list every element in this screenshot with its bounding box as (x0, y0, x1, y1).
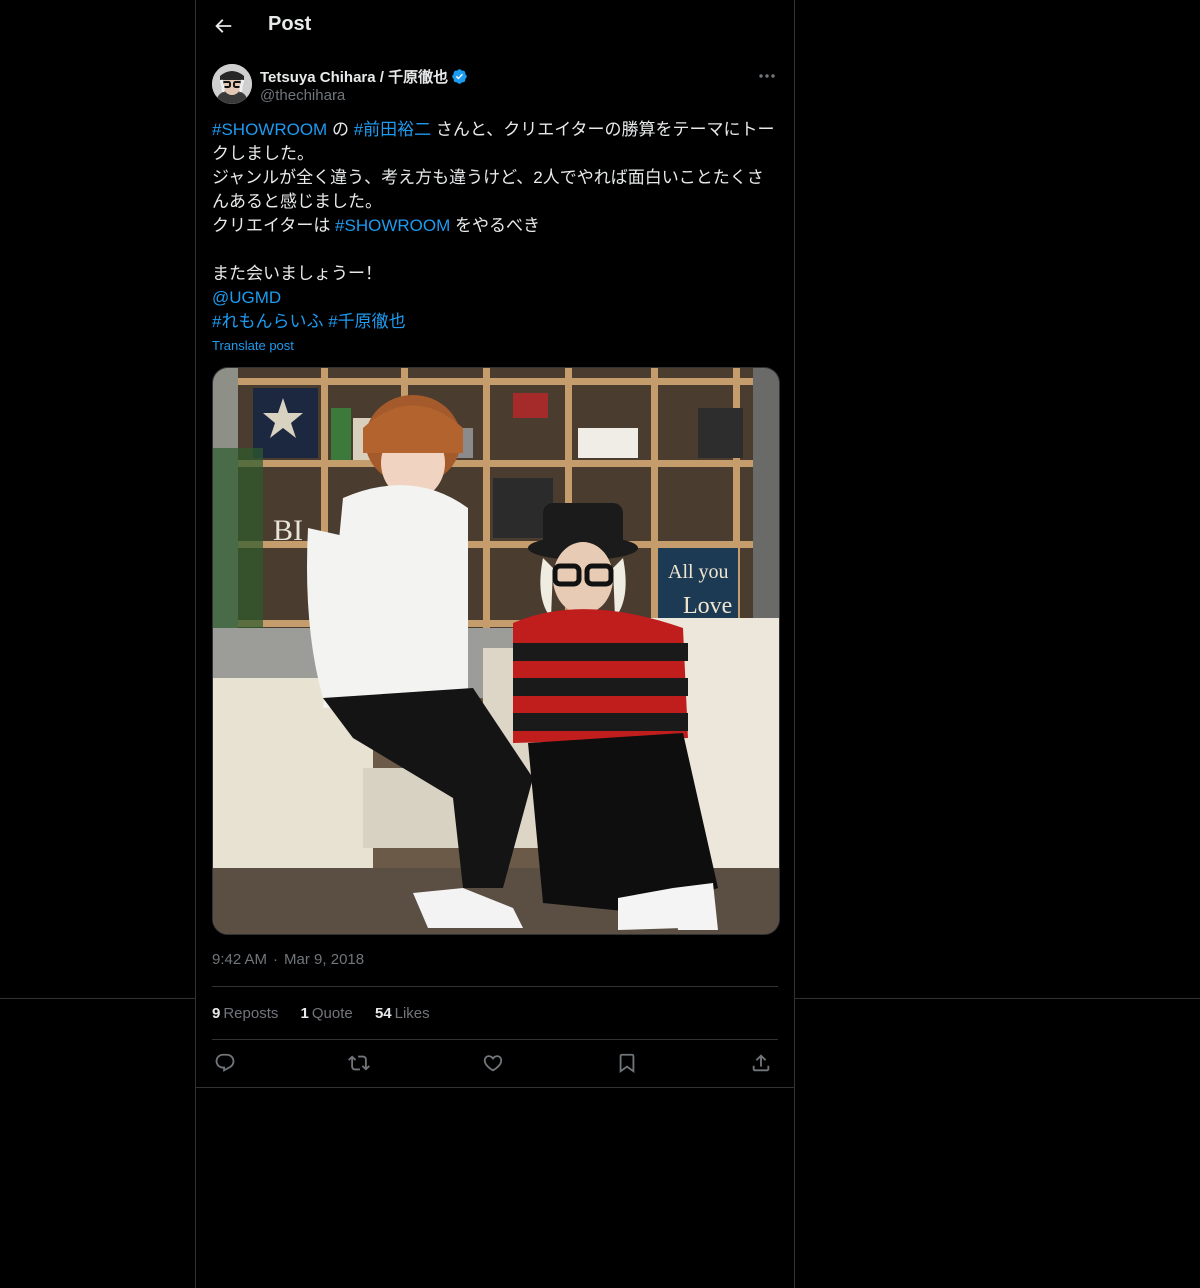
bookmark-button[interactable] (614, 1050, 640, 1076)
timeline-column: Post Tetsuya Chihara / 千原徹也 @thechihara (195, 0, 795, 1288)
post-photo[interactable]: All you Love BI (212, 367, 780, 935)
post-text-fragment: クリエイターは (212, 216, 336, 235)
svg-text:BI: BI (273, 514, 303, 547)
hashtag-link[interactable]: #SHOWROOM (212, 120, 327, 139)
hashtag-link[interactable]: #前田裕二 (354, 120, 431, 139)
svg-text:All you: All you (668, 561, 729, 583)
post-line: クリエイターは #SHOWROOM をやるべき (212, 214, 778, 238)
hashtag-link[interactable]: #千原徹也 (328, 312, 405, 331)
post-time: 9:42 AM (212, 951, 268, 968)
share-button[interactable] (748, 1050, 774, 1076)
quotes-label: Quote (311, 1005, 353, 1022)
svg-text:Love: Love (683, 593, 732, 619)
verified-badge-icon (452, 69, 467, 84)
horizontal-rule (0, 998, 195, 999)
page-title: Post (268, 13, 312, 35)
more-options-button[interactable] (756, 66, 778, 86)
reply-button[interactable] (212, 1050, 238, 1076)
post-text-fragment: さんと、クリエイターの勝算をテーマにトー (431, 120, 775, 139)
post-timestamp[interactable]: 9:42 AM · Mar 9, 2018 (212, 951, 364, 968)
post-author: Tetsuya Chihara / 千原徹也 @thechihara (212, 64, 778, 108)
mention-link[interactable]: @UGMD (212, 288, 281, 307)
post-text: #SHOWROOM の #前田裕二 さんと、クリエイターの勝算をテーマにトー ク… (212, 118, 778, 334)
likes-stat[interactable]: 54 Likes (375, 1005, 430, 1022)
reply-icon (215, 1053, 235, 1072)
reposts-stat[interactable]: 9 Reposts (212, 1005, 278, 1022)
likes-count: 54 (374, 1005, 392, 1022)
post-line: #れもんらいふ #千原徹也 (212, 310, 778, 334)
author-handle[interactable]: @thechihara (260, 87, 345, 104)
likes-label: Likes (394, 1005, 430, 1022)
horizontal-rule (795, 998, 1200, 999)
author-name-link[interactable]: Tetsuya Chihara / 千原徹也 (260, 66, 468, 87)
quotes-count: 1 (300, 1005, 309, 1022)
engagement-stats: 9 Reposts 1 Quote 54 Likes (212, 1005, 448, 1022)
translate-post-link[interactable]: Translate post (212, 338, 294, 353)
post-line: #SHOWROOM の #前田裕二 さんと、クリエイターの勝算をテーマにトー (212, 118, 778, 142)
timestamp-separator: · (273, 951, 279, 968)
repost-icon (348, 1055, 370, 1071)
like-icon (483, 1055, 503, 1072)
post-line: んあると感じました。 (212, 192, 382, 211)
quotes-stat[interactable]: 1 Quote (301, 1005, 353, 1022)
hashtag-link[interactable]: #SHOWROOM (335, 216, 450, 235)
post-blank-line (212, 238, 778, 262)
post-line: クしました。 (212, 144, 314, 163)
more-horizontal-icon (759, 74, 775, 78)
post-line: ジャンルが全く違う、考え方も違うけど、2人でやれば面白いことたくさ (212, 168, 764, 187)
post-date: Mar 9, 2018 (284, 951, 365, 968)
post-text-fragment: の (327, 120, 354, 139)
bookmark-icon (619, 1053, 635, 1074)
author-name: Tetsuya Chihara / 千原徹也 (260, 69, 449, 86)
hashtag-link[interactable]: #れもんらいふ (212, 312, 323, 331)
page-header: Post (196, 0, 794, 53)
divider (212, 986, 778, 987)
reposts-label: Reposts (223, 1005, 279, 1022)
divider (196, 1087, 794, 1088)
photo-image: All you Love BI (213, 368, 779, 934)
post-line: また会いましょうー！ (212, 264, 382, 283)
arrow-left-icon (215, 19, 232, 33)
share-icon (752, 1054, 770, 1072)
post-text-fragment: をやるべき (450, 216, 541, 235)
divider (212, 1039, 778, 1040)
repost-button[interactable] (346, 1050, 372, 1076)
post-line: @UGMD (212, 286, 778, 310)
back-button[interactable] (212, 15, 234, 37)
avatar[interactable] (212, 64, 252, 104)
like-button[interactable] (480, 1050, 506, 1076)
action-bar (212, 1050, 778, 1076)
reposts-count: 9 (212, 1005, 221, 1022)
